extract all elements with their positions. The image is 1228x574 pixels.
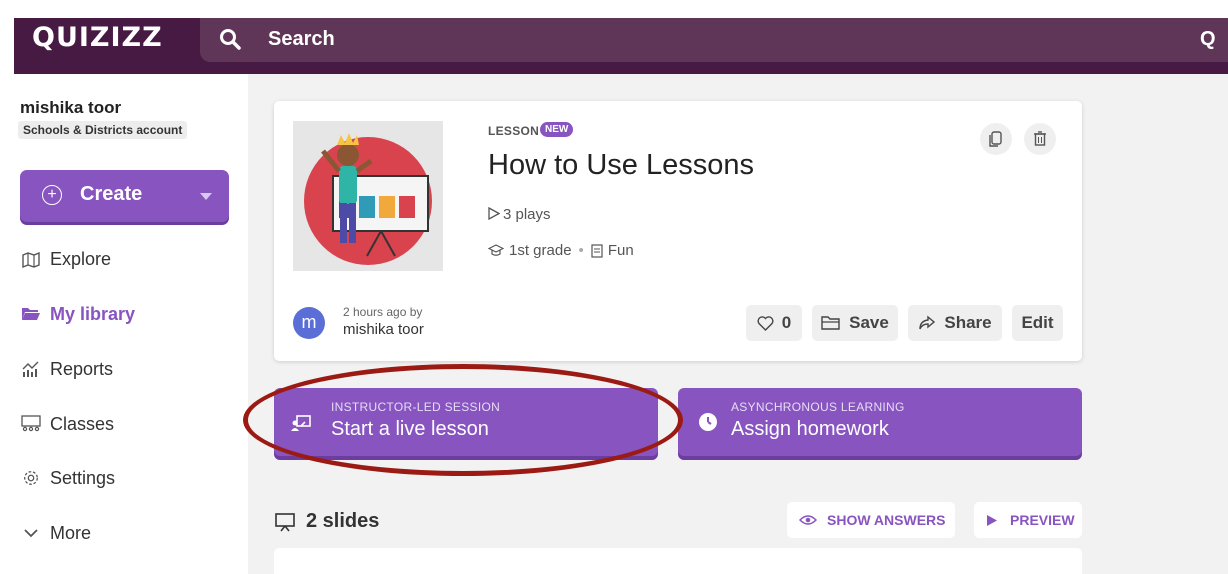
subject-label: Fun — [607, 242, 634, 259]
sidebar-item-label: My library — [50, 303, 136, 324]
subject-icon — [591, 243, 603, 258]
lesson-thumbnail-illustration — [293, 121, 443, 271]
slides-count: 2 slides — [274, 510, 379, 533]
sidebar-item-explore[interactable]: Explore — [20, 248, 111, 270]
save-button-label: Save — [849, 313, 889, 332]
folder-icon — [20, 303, 42, 325]
sidebar-item-my-library[interactable]: My library — [20, 303, 135, 325]
plus-icon: + — [42, 185, 62, 205]
preview-button[interactable]: PREVIEW — [974, 502, 1082, 538]
lesson-thumbnail[interactable] — [293, 121, 443, 271]
gear-icon — [20, 467, 42, 489]
folder-icon — [821, 316, 840, 330]
search-bar[interactable] — [200, 18, 1228, 62]
author-timestamp: 2 hours ago by — [343, 305, 423, 319]
lesson-meta: 1st grade • Fun — [488, 242, 634, 259]
session-eyebrow: ASYNCHRONOUS LEARNING — [731, 400, 905, 414]
sidebar-item-classes[interactable]: Classes — [20, 413, 114, 435]
copy-icon — [989, 131, 1002, 147]
clock-icon — [699, 413, 717, 431]
slides-icon — [275, 512, 295, 531]
search-input[interactable]: Search — [268, 26, 335, 52]
search-icon[interactable] — [218, 27, 242, 51]
create-button-label: Create — [80, 183, 143, 205]
sidebar-item-reports[interactable]: Reports — [20, 358, 113, 380]
sidebar-item-label: Classes — [50, 413, 115, 434]
share-icon — [919, 315, 936, 330]
slide-card — [274, 548, 1082, 574]
sidebar-item-settings[interactable]: Settings — [20, 467, 115, 489]
like-button[interactable]: 0 — [746, 305, 802, 341]
chevron-down-icon[interactable] — [200, 193, 212, 200]
account-type-badge: Schools & Districts account — [18, 121, 188, 139]
play-icon — [488, 206, 501, 224]
duplicate-button[interactable] — [980, 123, 1012, 155]
search-edge-text: Q — [1200, 28, 1216, 50]
edit-button[interactable]: Edit — [1012, 305, 1063, 341]
play-icon — [987, 514, 997, 526]
reports-icon — [20, 358, 42, 380]
share-button-label: Share — [944, 313, 992, 332]
heart-icon — [757, 315, 774, 331]
sidebar-item-more[interactable]: More — [20, 522, 91, 544]
avatar[interactable]: m — [293, 307, 325, 339]
graduation-cap-icon — [488, 244, 504, 257]
sidebar-item-label: Explore — [50, 248, 112, 269]
quizizz-logo[interactable]: QUIZIZZ — [14, 18, 200, 74]
create-button[interactable]: + Create — [20, 170, 229, 222]
sidebar-item-label: More — [50, 522, 92, 543]
eye-icon — [799, 515, 817, 525]
like-count: 0 — [781, 313, 792, 332]
plays-count: 3 plays — [488, 206, 551, 224]
lesson-title: How to Use Lessons — [488, 149, 754, 181]
lesson-type-label: LESSON — [488, 124, 540, 138]
sidebar-item-label: Settings — [50, 467, 116, 488]
classes-icon — [20, 413, 42, 435]
meta-separator: • — [578, 242, 584, 259]
new-badge: NEW — [540, 122, 574, 137]
chevron-down-icon — [20, 522, 42, 544]
grade-label: 1st grade — [509, 242, 572, 259]
explore-icon — [20, 248, 42, 270]
show-answers-button[interactable]: SHOW ANSWERS — [787, 502, 955, 538]
trash-icon — [1034, 131, 1046, 146]
session-title: Assign homework — [731, 418, 889, 440]
sidebar-item-label: Reports — [50, 358, 114, 379]
edit-button-label: Edit — [1021, 313, 1054, 332]
user-name: mishika toor — [20, 98, 122, 117]
share-button[interactable]: Share — [908, 305, 1002, 341]
highlight-oval-annotation — [243, 364, 683, 476]
author-name[interactable]: mishika toor — [343, 321, 424, 338]
delete-button[interactable] — [1024, 123, 1056, 155]
assign-homework-button[interactable]: ASYNCHRONOUS LEARNING Assign homework — [678, 388, 1082, 456]
save-button[interactable]: Save — [812, 305, 898, 341]
